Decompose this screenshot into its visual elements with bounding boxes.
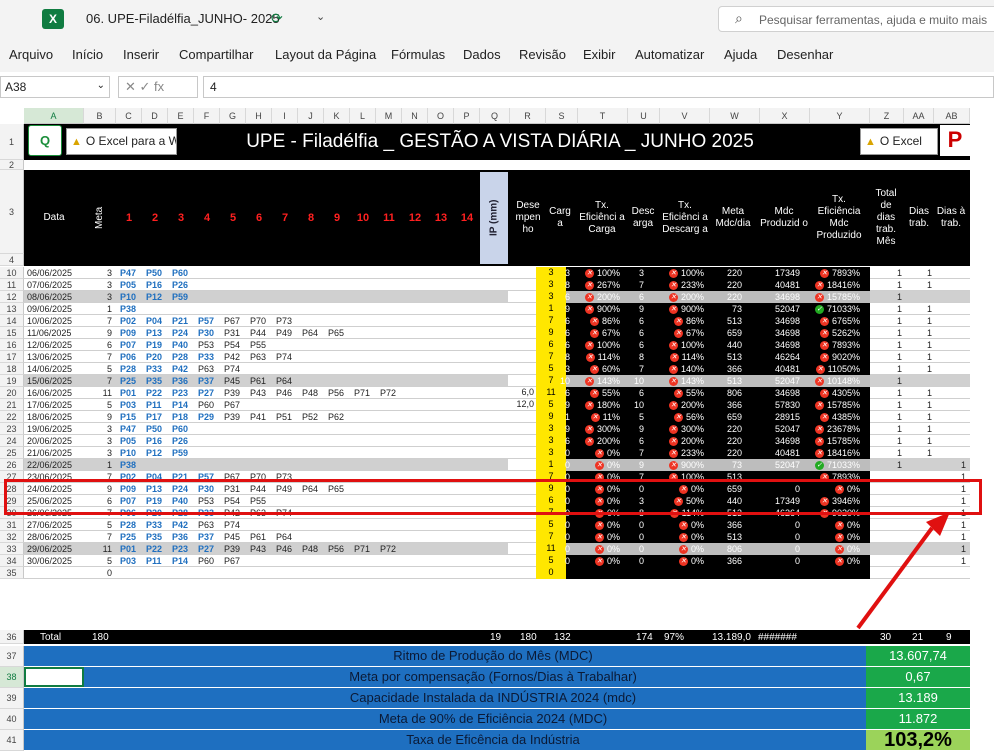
spreadsheet-grid[interactable]: A B C D E F G H I J K L M N O P Q R S T U V W X Y Z AA AB 1 2 3 4 10 11 1… [0,108,994,754]
tab-revisao[interactable]: Revisão [519,47,566,62]
tab-exibir[interactable]: Exibir [583,47,616,62]
formula-controls: ✕ ✓ fx [118,76,198,98]
tab-inserir[interactable]: Inserir [123,47,159,62]
ribbon-tabs: Arquivo Início Inserir Compartilhar Layo… [0,38,994,72]
sync-status-icon[interactable]: ⟳ [271,10,283,27]
tab-arquivo[interactable]: Arquivo [9,47,53,62]
tab-compartilhar[interactable]: Compartilhar [179,47,253,62]
formula-input[interactable]: 4 [203,76,994,98]
formula-bar: A38 ⌄ ✕ ✓ fx 4 [0,76,994,100]
search-icon: ⌕ [735,10,743,26]
fx-icon[interactable]: fx [154,79,164,94]
excel-logo-icon: X [42,9,64,29]
document-title[interactable]: 06. UPE-Filadélfia_JUNHO- 2025 [86,11,280,26]
name-box-value: A38 [5,80,27,94]
chevron-down-icon[interactable]: ⌄ [316,10,325,23]
tab-inicio[interactable]: Início [72,47,103,62]
tab-automatizar[interactable]: Automatizar [635,47,704,62]
tab-formulas[interactable]: Fórmulas [391,47,445,62]
tab-ajuda[interactable]: Ajuda [724,47,757,62]
chevron-down-icon[interactable]: ⌄ [97,80,105,91]
name-box[interactable]: A38 ⌄ [0,76,110,98]
tab-dados[interactable]: Dados [463,47,501,62]
title-bar: X 06. UPE-Filadélfia_JUNHO- 2025 ⟳ ⌄ ⌕ P… [0,0,994,38]
tab-layout[interactable]: Layout da Página [275,47,376,62]
tab-desenhar[interactable]: Desenhar [777,47,833,62]
search-box[interactable]: ⌕ Pesquisar ferramentas, ajuda e muito m… [718,6,994,32]
search-placeholder: Pesquisar ferramentas, ajuda e muito mai… [759,13,988,27]
annotation-arrow [856,512,950,630]
